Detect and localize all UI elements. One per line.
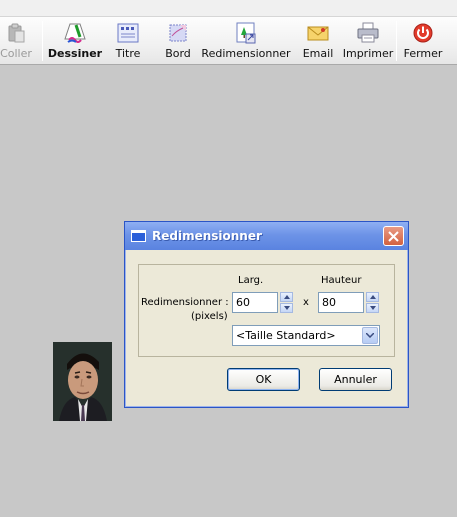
unit-label: (pixels): [191, 311, 228, 322]
email-icon: [307, 22, 329, 44]
top-strip: [0, 0, 457, 17]
cancel-button[interactable]: Annuler: [319, 368, 392, 391]
printer-icon: [357, 22, 379, 44]
spin-down-icon[interactable]: [280, 303, 293, 313]
title-icon: [117, 22, 139, 44]
resize-icon: [235, 22, 257, 44]
height-spinner[interactable]: [366, 292, 379, 313]
spin-up-icon[interactable]: [280, 292, 293, 302]
resize-label: Redimensionner :: [141, 297, 229, 308]
toolbar-separator: [396, 21, 397, 61]
width-spinner[interactable]: [280, 292, 293, 313]
dialog-close-button[interactable]: [383, 226, 404, 246]
border-icon: [167, 22, 189, 44]
height-input[interactable]: 80: [318, 292, 364, 313]
height-header: Hauteur: [321, 275, 362, 286]
border-button[interactable]: Bord: [161, 17, 195, 65]
window-icon: [131, 230, 146, 242]
title-button[interactable]: Titre: [110, 17, 146, 65]
width-input[interactable]: 60: [232, 292, 278, 313]
chevron-down-icon[interactable]: [362, 327, 378, 344]
print-button[interactable]: Imprimer: [343, 17, 393, 65]
image-thumbnail[interactable]: [53, 342, 112, 421]
width-header: Larg.: [238, 275, 264, 286]
ok-button[interactable]: OK: [227, 368, 300, 391]
size-preset-value: <Taille Standard>: [236, 329, 336, 342]
dialog-title: Redimensionner: [152, 229, 262, 243]
toolbar-separator: [42, 21, 43, 61]
close-icon: [388, 230, 399, 242]
paste-button[interactable]: Coller: [0, 17, 32, 65]
close-app-button[interactable]: Fermer: [404, 17, 442, 65]
draw-button[interactable]: Dessiner: [48, 17, 102, 65]
toolbar: Coller Dessiner Titre Bord Redimensionne…: [0, 17, 457, 65]
portrait-image: [53, 342, 112, 421]
spin-up-icon[interactable]: [366, 292, 379, 302]
paste-icon: [5, 22, 27, 44]
dialog-titlebar[interactable]: Redimensionner: [125, 222, 408, 250]
email-button[interactable]: Email: [302, 17, 334, 65]
resize-dialog: Redimensionner Larg. Hauteur Redimension…: [124, 221, 409, 408]
draw-icon: [64, 22, 86, 44]
size-preset-select[interactable]: <Taille Standard>: [232, 325, 380, 346]
power-icon: [412, 22, 434, 44]
resize-button[interactable]: Redimensionner: [201, 17, 291, 65]
times-sign: x: [303, 297, 309, 308]
spin-down-icon[interactable]: [366, 303, 379, 313]
